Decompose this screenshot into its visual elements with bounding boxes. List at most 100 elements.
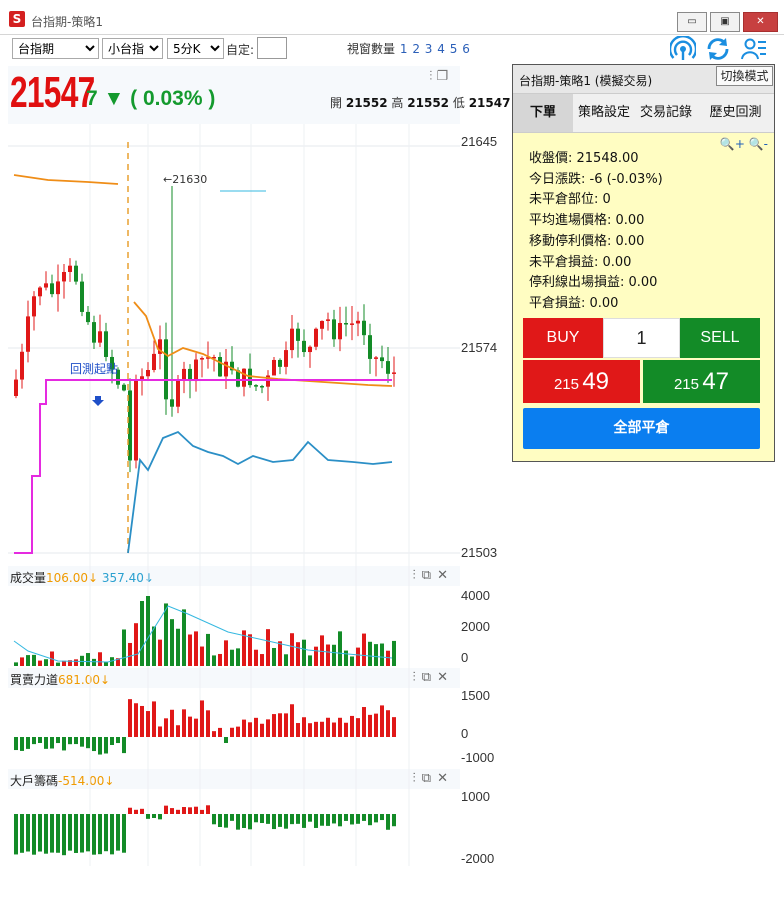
force-bar — [248, 722, 252, 737]
tab-order[interactable]: 下單 — [513, 94, 573, 132]
force-bar — [164, 718, 168, 737]
switch-mode-button[interactable]: 切換模式 — [716, 66, 773, 86]
close-icon: ✕ — [756, 16, 765, 27]
zoom-out-icon[interactable]: 🔍- — [749, 137, 768, 151]
tab-strategy-settings[interactable]: 策略設定 — [573, 94, 635, 132]
sub-symbol-select[interactable]: 小台指 — [102, 38, 163, 59]
force-bar — [80, 737, 84, 747]
force-bar — [338, 717, 342, 737]
minimize-icon: ▭ — [687, 16, 697, 27]
force-bar — [296, 723, 300, 737]
chips-bar — [206, 805, 210, 814]
chips-bar — [140, 808, 144, 814]
chips-bar — [92, 814, 96, 855]
chips-bar — [170, 808, 174, 814]
minimize-button[interactable]: ▭ — [677, 12, 707, 32]
force-bar — [236, 726, 240, 737]
candle-body — [152, 353, 156, 371]
candle-body — [386, 361, 390, 374]
force-bar — [362, 707, 366, 737]
volume-bar — [302, 639, 306, 666]
volume-bar — [374, 644, 378, 666]
chips-bar — [224, 814, 228, 828]
volume-bar — [224, 640, 228, 666]
force-bar — [386, 710, 390, 737]
chips-bar — [266, 814, 270, 824]
candle-body — [296, 328, 300, 341]
signal-icon[interactable] — [670, 36, 696, 62]
chips-bar — [122, 814, 126, 853]
candle-body — [392, 372, 396, 374]
buy-button[interactable]: BUY — [523, 318, 603, 358]
volume-bar — [122, 629, 126, 666]
force-bar — [266, 719, 270, 737]
buy-price-prefix: 215 — [553, 376, 579, 393]
volume-bar — [386, 650, 390, 666]
ma-blue-line — [127, 430, 393, 554]
candle-body — [254, 385, 258, 387]
chips-bar — [20, 814, 24, 853]
chips-bar — [212, 814, 216, 825]
user-list-icon[interactable] — [741, 36, 767, 62]
force-bar — [134, 703, 138, 737]
refresh-icon[interactable] — [705, 36, 731, 62]
buy-price-button[interactable]: 215 49 — [523, 360, 640, 403]
volume-bar — [236, 648, 240, 666]
volume-bar — [86, 653, 90, 666]
candle-body — [284, 350, 288, 367]
force-bar — [116, 737, 120, 744]
y-tick-main-mid: 21574 — [461, 340, 498, 355]
chips-bar — [374, 814, 378, 823]
close-window-button[interactable]: ✕ — [743, 12, 778, 32]
custom-period-input[interactable] — [257, 37, 287, 59]
chips-bar — [164, 805, 168, 814]
volume-bar — [206, 633, 210, 666]
window-count-5[interactable]: 5 — [450, 42, 458, 56]
volume-bar — [230, 649, 234, 666]
volume-bar — [194, 631, 198, 666]
candle-body — [350, 323, 354, 325]
candle-body — [122, 384, 126, 391]
force-bar — [122, 737, 126, 754]
candle-body — [374, 357, 378, 359]
force-bar — [86, 737, 90, 749]
chips-bar — [104, 814, 108, 852]
tab-bar: 下單 策略設定 交易記錄 歷史回測 — [513, 94, 774, 133]
force-bar — [326, 717, 330, 737]
sell-price-button[interactable]: 215 47 — [643, 360, 760, 403]
force-bar — [92, 737, 96, 752]
window-count-6[interactable]: 6 — [462, 42, 470, 56]
info-trailing-stop: 移動停利價格: 0.00 — [529, 233, 645, 249]
chips-bar — [200, 809, 204, 814]
volume-bar — [296, 642, 300, 666]
window-count-4[interactable]: 4 — [437, 42, 445, 56]
force-bar — [206, 710, 210, 737]
chips-bar — [38, 814, 42, 852]
chips-bar — [14, 814, 18, 855]
period-select[interactable]: 5分K — [167, 38, 224, 59]
volume-bar — [314, 646, 318, 666]
volume-bar — [38, 660, 42, 666]
restore-button[interactable]: ▣ — [710, 12, 740, 32]
sell-button[interactable]: SELL — [680, 318, 760, 358]
chart-area[interactable]: 21547 7 ▼ ( 0.03% ) ⫶❐ 開 21552 高 21552 低… — [8, 66, 518, 896]
volume-bar — [80, 655, 84, 666]
force-bar — [308, 723, 312, 737]
force-bar — [14, 737, 18, 751]
window-count-3[interactable]: 3 — [425, 42, 433, 56]
strategy-panel-header: 台指期-策略1 (模擬交易) 切換模式 — [513, 65, 774, 94]
tab-trade-log[interactable]: 交易記錄 — [635, 94, 697, 132]
zoom-in-icon[interactable]: 🔍+ — [720, 137, 745, 151]
quantity-input[interactable]: 1 — [603, 318, 680, 358]
window-count-1[interactable]: 1 — [400, 42, 408, 56]
volume-bar — [356, 647, 360, 666]
force-bar — [32, 737, 36, 745]
close-all-positions-button[interactable]: 全部平倉 — [523, 408, 760, 449]
candle-body — [20, 351, 24, 380]
tab-backtest[interactable]: 歷史回測 — [697, 94, 774, 132]
info-avg-entry: 平均進場價格: 0.00 — [529, 213, 645, 229]
symbol-select[interactable]: 台指期 — [12, 38, 99, 59]
candle-body — [362, 320, 366, 336]
window-count-2[interactable]: 2 — [412, 42, 420, 56]
chips-bar — [158, 814, 162, 820]
